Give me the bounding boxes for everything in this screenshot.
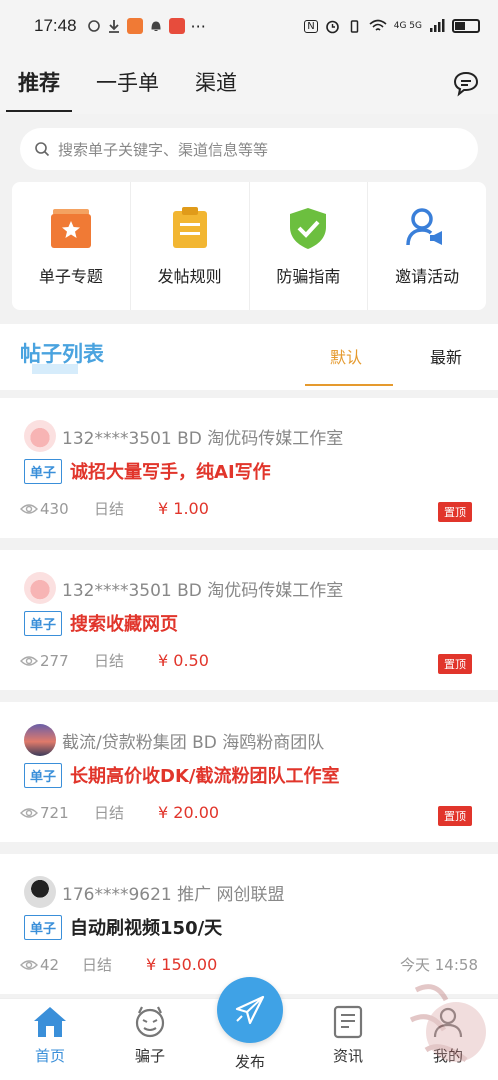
- seal-watermark: [409, 984, 486, 1062]
- alarm-icon: [325, 20, 339, 33]
- app-notification-icon: [126, 18, 143, 34]
- battery-icon: [452, 19, 480, 33]
- bell-icon: [151, 21, 161, 31]
- search-bar[interactable]: 搜索单子关键字、渠道信息等等: [20, 128, 478, 170]
- author-name: 132****3501 BD 淘优码传媒工作室: [62, 580, 344, 601]
- quick-label: 单子专题: [38, 267, 103, 286]
- settle-type: 日结: [94, 804, 125, 822]
- clipboard-icon: [172, 207, 207, 248]
- post-tag: 单子: [24, 610, 63, 636]
- download-icon: [108, 20, 119, 33]
- post-author: 截流/贷款粉集团 BD 海鸥粉商团队: [24, 724, 324, 756]
- view-count: 277: [40, 651, 69, 670]
- post-price: ¥ 150.00: [146, 955, 218, 974]
- top-tab-bar: 推荐 一手单 渠道: [0, 52, 498, 114]
- post-title: 搜索收藏网页: [70, 614, 179, 635]
- vibrate-icon: [350, 19, 358, 33]
- pinned-badge: 置顶: [438, 654, 472, 674]
- app-notification-icon: [168, 18, 185, 34]
- devil-face-icon: [135, 1006, 165, 1038]
- sync-icon: [87, 20, 100, 32]
- pinned-badge: 置顶: [438, 806, 472, 826]
- view-count: 42: [40, 955, 60, 974]
- news-icon: [333, 1005, 363, 1039]
- settle-type: 日结: [94, 652, 125, 670]
- post-title: 长期高价收DK/截流粉团队工作室: [70, 766, 340, 787]
- publish-button[interactable]: [217, 977, 283, 1043]
- user-megaphone-icon: [406, 208, 443, 246]
- post-tag: 单子: [24, 914, 63, 940]
- post-author: 132****3501 BD 淘优码传媒工作室: [24, 420, 343, 452]
- author-name: 截流/贷款粉集团 BD 海鸥粉商团队: [62, 732, 325, 753]
- wifi-icon: [369, 19, 387, 31]
- search-placeholder: 搜索单子关键字、渠道信息等等: [58, 140, 269, 159]
- post-card[interactable]: 截流/贷款粉集团 BD 海鸥粉商团队 单子 长期高价收DK/截流粉团队工作室 7…: [0, 702, 498, 842]
- tab-first-hand[interactable]: 一手单: [96, 52, 159, 114]
- settle-type: 日结: [82, 956, 113, 974]
- shield-check-icon: [290, 208, 327, 249]
- post-card[interactable]: 132****3501 BD 淘优码传媒工作室 单子 搜索收藏网页 277 日结…: [0, 550, 498, 690]
- post-card[interactable]: 132****3501 BD 淘优码传媒工作室 单子 诚招大量写手，纯AI写作 …: [0, 398, 498, 538]
- quick-item-rules[interactable]: 发帖规则: [131, 182, 250, 310]
- post-author: 176****9621 推广 网创联盟: [24, 876, 285, 908]
- signal-icon: [430, 19, 445, 32]
- pinned-badge: 置顶: [438, 502, 472, 522]
- home-icon: [34, 1007, 66, 1037]
- sort-default-tab[interactable]: 默认: [330, 344, 362, 368]
- post-title: 诚招大量写手，纯AI写作: [70, 462, 271, 483]
- post-price: ¥ 20.00: [158, 803, 220, 822]
- post-tag: 单子: [24, 458, 63, 484]
- status-time: 17:48: [34, 16, 77, 35]
- eye-icon: [20, 807, 38, 818]
- avatar: [24, 572, 56, 604]
- quick-menu: 单子专题 发帖规则 防骗指南 邀请活动: [12, 182, 486, 310]
- author-name: 132****3501 BD 淘优码传媒工作室: [62, 428, 344, 449]
- nav-publish-label[interactable]: 发布: [210, 1051, 290, 1072]
- post-price: ¥ 0.50: [158, 651, 209, 670]
- author-name: 176****9621 推广 网创联盟: [62, 884, 285, 905]
- tab-recommend[interactable]: 推荐: [6, 52, 72, 114]
- network-type: 4G 5G: [393, 21, 422, 31]
- eye-icon: [20, 959, 38, 970]
- quick-item-topics[interactable]: 单子专题: [12, 182, 131, 310]
- more-notifications: ···: [190, 16, 206, 36]
- status-bar: 17:48 ··· N 4G 5G: [0, 0, 498, 52]
- quick-label: 防骗指南: [276, 267, 341, 286]
- message-icon[interactable]: [452, 69, 480, 97]
- avatar: [24, 724, 56, 756]
- avatar: [24, 420, 56, 452]
- nav-scammer[interactable]: 骗子: [110, 1005, 190, 1066]
- star-folder-icon: [50, 209, 91, 248]
- post-title: 自动刷视频150/天: [70, 918, 223, 939]
- settle-type: 日结: [94, 500, 125, 518]
- quick-label: 发帖规则: [157, 267, 222, 286]
- eye-icon: [20, 655, 38, 666]
- quick-item-anti-fraud[interactable]: 防骗指南: [250, 182, 369, 310]
- sort-active-underline: [305, 384, 393, 386]
- post-author: 132****3501 BD 淘优码传媒工作室: [24, 572, 343, 604]
- post-list-header: 帖子列表 默认 最新: [0, 324, 498, 390]
- tab-channel[interactable]: 渠道: [195, 52, 237, 114]
- view-count: 430: [40, 499, 69, 518]
- nav-news[interactable]: 资讯: [308, 1005, 388, 1066]
- search-icon: [35, 142, 50, 157]
- post-list-title: 帖子列表: [20, 342, 104, 366]
- sort-latest-tab[interactable]: 最新: [430, 344, 462, 368]
- avatar: [24, 876, 56, 908]
- nfc-icon: N: [304, 19, 318, 33]
- nav-home[interactable]: 首页: [10, 1005, 90, 1066]
- quick-label: 邀请活动: [395, 267, 460, 286]
- post-tag: 单子: [24, 762, 63, 788]
- eye-icon: [20, 503, 38, 514]
- quick-item-invite[interactable]: 邀请活动: [368, 182, 486, 310]
- post-price: ¥ 1.00: [158, 499, 209, 518]
- paper-plane-icon: [235, 995, 265, 1025]
- view-count: 721: [40, 803, 69, 822]
